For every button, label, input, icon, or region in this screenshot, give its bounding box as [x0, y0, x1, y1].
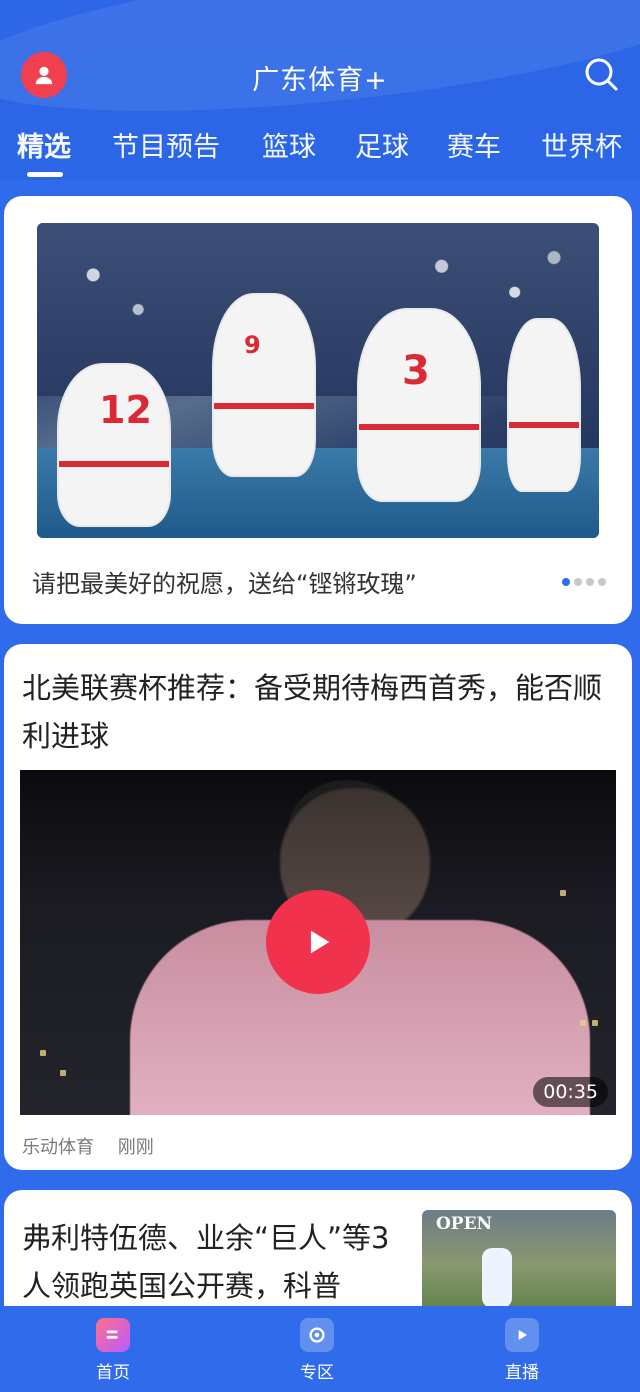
play-button[interactable]	[266, 890, 370, 994]
nav-home-label: 首页	[96, 1363, 130, 1383]
nav-live[interactable]: 直播	[462, 1306, 582, 1383]
news-title[interactable]: 弗利特伍德、业余“巨人”等3人领跑英国公开赛，科普	[22, 1214, 402, 1310]
carousel-dot	[574, 578, 582, 586]
live-tv-icon	[505, 1318, 539, 1352]
search-icon[interactable]	[583, 56, 619, 92]
app-header: 广东体育+ 精选 节目预告 篮球 足球 赛车 世界杯	[0, 0, 640, 180]
nav-zone[interactable]: 专区	[257, 1306, 377, 1383]
player-figure	[212, 293, 316, 477]
hero-caption[interactable]: 请把最美好的祝愿，送给“铿锵玫瑰”	[32, 564, 417, 599]
video-duration: 00:35	[533, 1077, 608, 1107]
bottom-navigation: 首页 专区 直播	[0, 1306, 640, 1392]
zone-icon	[300, 1318, 334, 1352]
news-title[interactable]: 北美联赛杯推荐：备受期待梅西首秀，能否顺利进球	[22, 664, 612, 760]
nav-zone-label: 专区	[300, 1363, 334, 1383]
app-title: 广东体育+	[252, 65, 388, 96]
tab-schedule[interactable]: 节目预告	[112, 125, 220, 164]
category-tabs: 精选 节目预告 篮球 足球 赛车 世界杯	[0, 125, 640, 177]
video-news-card[interactable]: 北美联赛杯推荐：备受期待梅西首秀，能否顺利进球 00:35 乐动体育 刚刚	[4, 644, 632, 1170]
player-figure	[507, 318, 581, 492]
jersey-number: 9	[244, 331, 261, 359]
tab-featured[interactable]: 精选	[17, 125, 71, 164]
tab-racing[interactable]: 赛车	[447, 125, 501, 164]
tab-football[interactable]: 足球	[355, 125, 409, 164]
jersey-number: 3	[402, 348, 430, 394]
tab-world-cup[interactable]: 世界杯	[541, 125, 622, 164]
carousel-dot-active	[562, 578, 570, 586]
video-thumbnail[interactable]: 00:35	[20, 770, 616, 1115]
news-time: 刚刚	[117, 1137, 154, 1158]
carousel-dot	[586, 578, 594, 586]
active-tab-indicator	[27, 172, 63, 177]
open-championship-logo: OPEN	[436, 1214, 493, 1234]
carousel-indicator	[562, 578, 606, 586]
nav-home[interactable]: 首页	[53, 1306, 173, 1383]
hero-card[interactable]: 12 9 3 请把最美好的祝愿，送给“铿锵玫瑰”	[4, 196, 632, 624]
golfer-figure	[482, 1248, 512, 1308]
news-meta: 乐动体育 刚刚	[22, 1133, 172, 1159]
player-figure	[357, 308, 481, 502]
tab-basketball[interactable]: 篮球	[262, 125, 316, 164]
nav-live-label: 直播	[505, 1363, 539, 1383]
carousel-dot	[598, 578, 606, 586]
home-icon	[96, 1318, 130, 1352]
news-source: 乐动体育	[22, 1137, 94, 1158]
play-icon	[310, 930, 330, 954]
hero-image[interactable]: 12 9 3	[37, 223, 599, 538]
jersey-number: 12	[99, 388, 152, 432]
